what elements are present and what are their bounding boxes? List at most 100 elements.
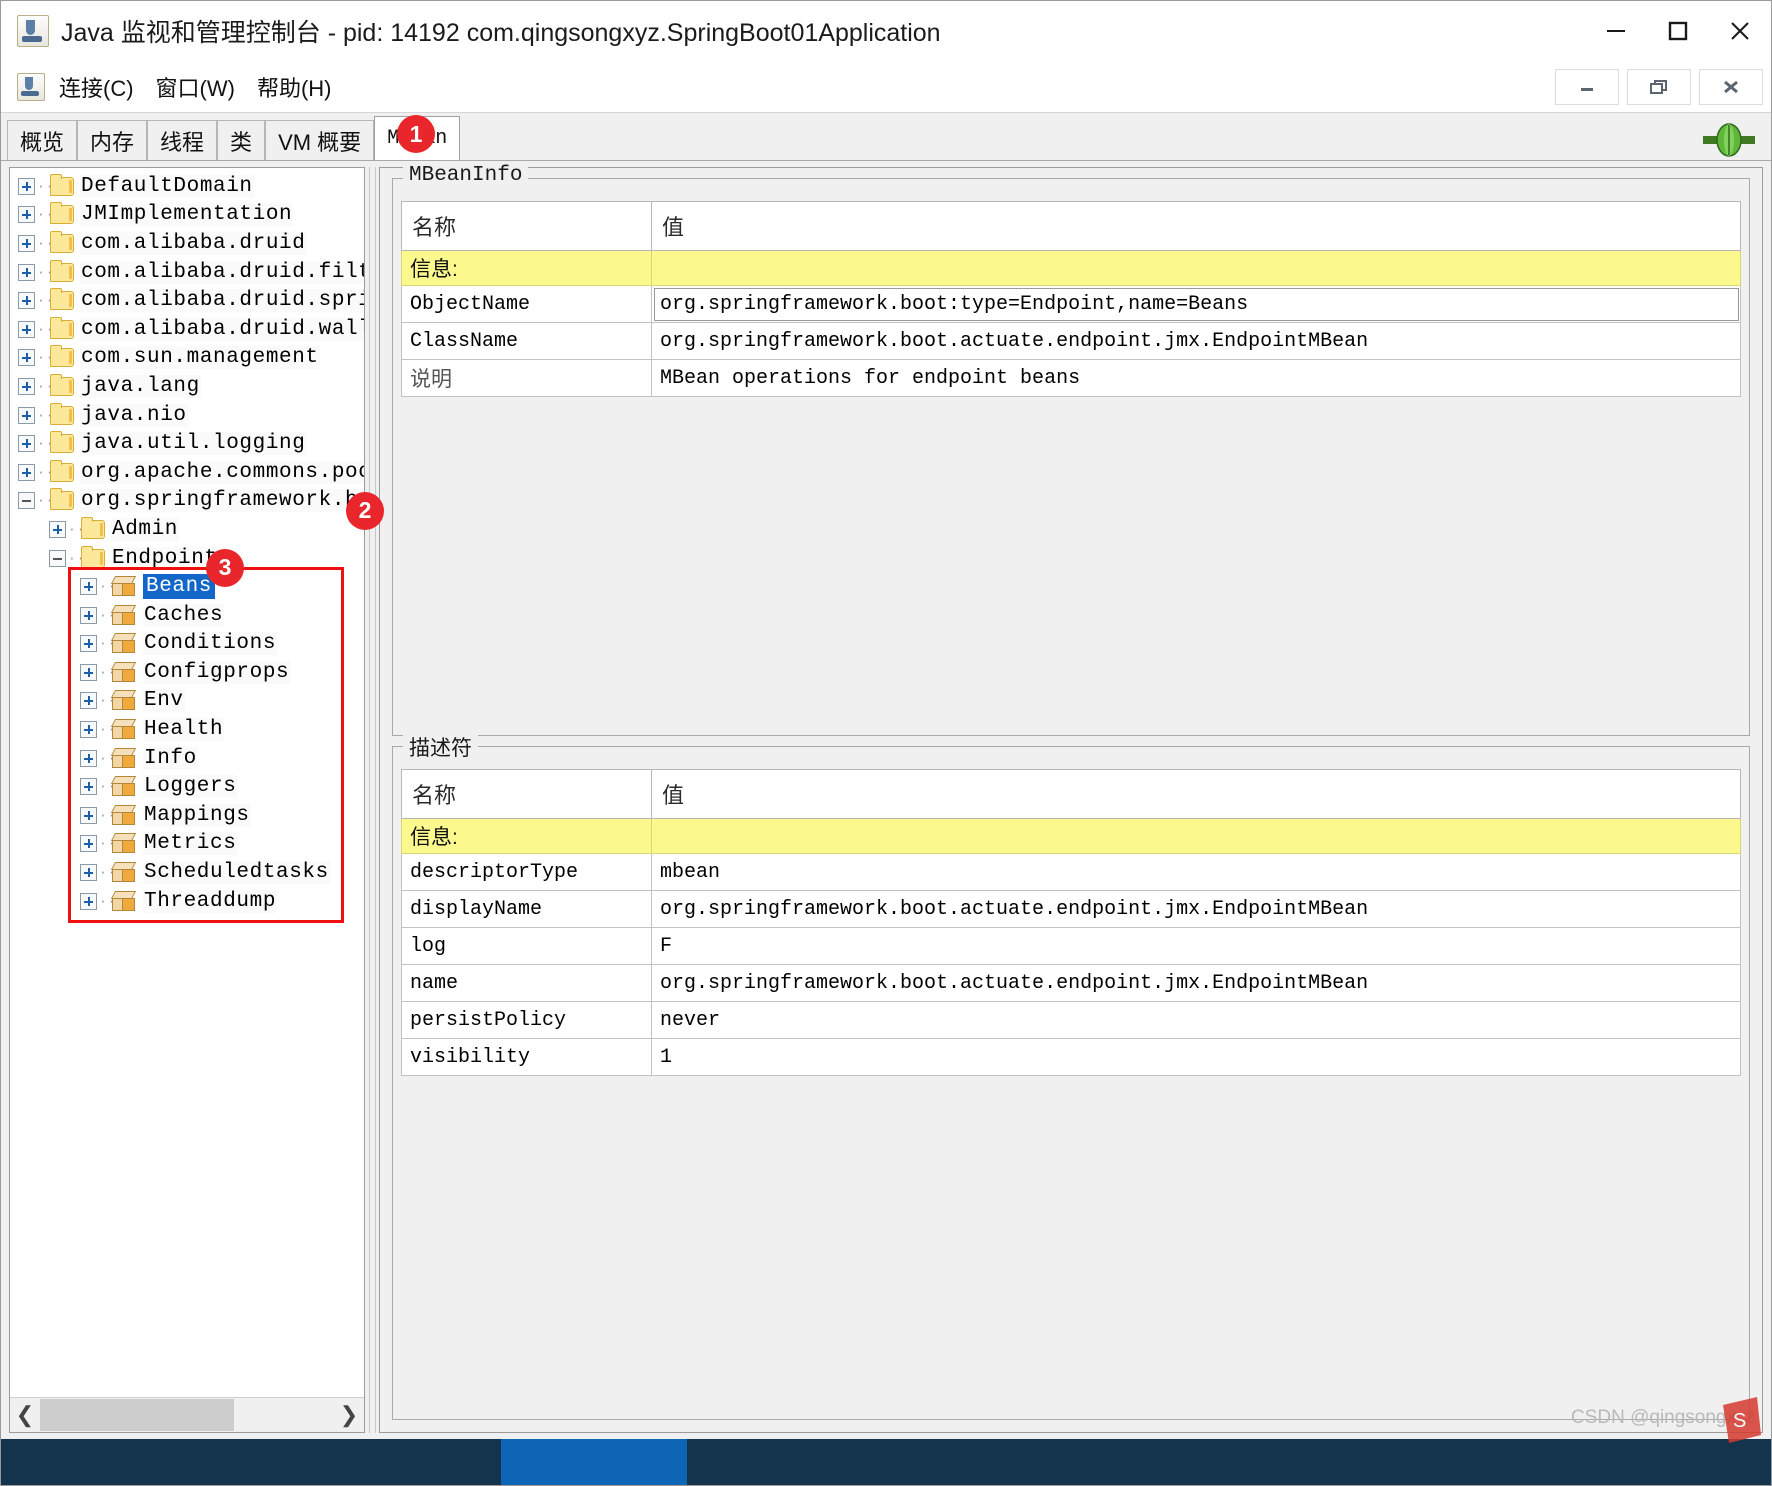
tree-node-threaddump[interactable]: ··· Threaddump bbox=[10, 887, 364, 916]
expand-toggle-icon[interactable] bbox=[80, 835, 97, 853]
scrollbar-track[interactable] bbox=[40, 1399, 334, 1431]
tree-node-label: JMImplementation bbox=[80, 203, 294, 227]
tree-node-com-sun-management[interactable]: ··· com.sun.management bbox=[10, 344, 364, 373]
expand-toggle-icon[interactable] bbox=[18, 349, 35, 367]
tree-node-java-nio[interactable]: ··· java.nio bbox=[10, 401, 364, 430]
tab-classes[interactable]: 类 bbox=[217, 120, 266, 160]
tree-node-mappings[interactable]: ··· Mappings bbox=[10, 801, 364, 830]
tree-node-health[interactable]: ··· Health bbox=[10, 715, 364, 744]
minimize-icon[interactable] bbox=[1585, 2, 1647, 60]
mdi-close-icon[interactable] bbox=[1699, 69, 1763, 105]
table-row[interactable]: 信息: bbox=[401, 250, 1741, 286]
expand-toggle-icon[interactable] bbox=[80, 892, 97, 910]
expand-toggle-icon[interactable] bbox=[18, 435, 35, 453]
expand-toggle-icon[interactable] bbox=[80, 806, 97, 824]
descriptor-table[interactable]: 名称 值 信息: descriptorType mbean displayName or… bbox=[401, 769, 1741, 1076]
connection-status-icon[interactable] bbox=[1701, 122, 1757, 158]
mdi-restore-icon[interactable] bbox=[1627, 69, 1691, 105]
tab-overview[interactable]: 概览 bbox=[7, 120, 78, 160]
tree-horizontal-scrollbar[interactable]: ❮ ❯ bbox=[10, 1397, 364, 1432]
tree-node-configprops[interactable]: ··· Configprops bbox=[10, 658, 364, 687]
mdi-minimize-icon[interactable] bbox=[1555, 69, 1619, 105]
window-title: Java 监视和管理控制台 - pid: 14192 com.qingsongx… bbox=[61, 19, 941, 47]
expand-toggle-icon[interactable] bbox=[18, 320, 35, 338]
mbeaninfo-table[interactable]: 名称 值 信息: ObjectName org.springframework.bo… bbox=[401, 201, 1741, 397]
tree-node-beans[interactable]: ··· Beans bbox=[10, 572, 364, 601]
chevron-left-icon[interactable]: ❮ bbox=[10, 1399, 40, 1431]
menu-item-help[interactable]: 帮助(H) bbox=[257, 71, 332, 103]
expand-toggle-icon[interactable] bbox=[18, 263, 35, 281]
expand-toggle-icon[interactable] bbox=[80, 864, 97, 882]
tree-node-java-lang[interactable]: ··· java.lang bbox=[10, 372, 364, 401]
tree-node-com-alibaba-druid-spring-bo[interactable]: ··· com.alibaba.druid.spring.bo bbox=[10, 286, 364, 315]
table-row[interactable]: name org.springframework.boot.actuate.end… bbox=[401, 964, 1741, 1002]
expand-toggle-icon[interactable] bbox=[18, 292, 35, 310]
tree-node-com-alibaba-druid[interactable]: ··· com.alibaba.druid bbox=[10, 229, 364, 258]
tree-node-label: org.apache.commons.pool2 bbox=[80, 460, 364, 484]
tree-node-conditions[interactable]: ··· Conditions bbox=[10, 630, 364, 659]
tree-node-org-springframework-boot[interactable]: ··· org.springframework.boot bbox=[10, 487, 364, 516]
folder-icon bbox=[50, 259, 74, 282]
table-row[interactable]: displayName org.springframework.boot.actu… bbox=[401, 890, 1741, 928]
tree-node-com-alibaba-druid-filter-st[interactable]: ··· com.alibaba.druid.filter.st bbox=[10, 258, 364, 287]
expand-toggle-icon[interactable] bbox=[80, 578, 97, 596]
tree-node-caches[interactable]: ··· Caches bbox=[10, 601, 364, 630]
collapse-toggle-icon[interactable] bbox=[49, 549, 66, 567]
chevron-right-icon[interactable]: ❯ bbox=[334, 1399, 364, 1431]
expand-toggle-icon[interactable] bbox=[80, 778, 97, 796]
column-header-value[interactable]: 值 bbox=[651, 201, 1741, 251]
table-row[interactable]: descriptorType mbean bbox=[401, 853, 1741, 891]
tree-node-scheduledtasks[interactable]: ··· Scheduledtasks bbox=[10, 858, 364, 887]
taskbar-active-item[interactable] bbox=[501, 1439, 687, 1485]
expand-toggle-icon[interactable] bbox=[80, 663, 97, 681]
scrollbar-thumb[interactable] bbox=[40, 1399, 234, 1431]
table-row[interactable]: visibility 1 bbox=[401, 1038, 1741, 1076]
expand-toggle-icon[interactable] bbox=[18, 463, 35, 481]
tree-node-jmimplementation[interactable]: ··· JMImplementation bbox=[10, 201, 364, 230]
expand-toggle-icon[interactable] bbox=[80, 606, 97, 624]
tab-threads[interactable]: 线程 bbox=[147, 120, 218, 160]
column-header-name[interactable]: 名称 bbox=[401, 769, 652, 819]
table-row[interactable]: 说明 MBean operations for endpoint beans bbox=[401, 359, 1741, 397]
table-row[interactable]: persistPolicy never bbox=[401, 1001, 1741, 1039]
tree-node-label: Conditions bbox=[143, 632, 278, 656]
row-name: log bbox=[401, 927, 652, 965]
tree-node-com-alibaba-druid-wall[interactable]: ··· com.alibaba.druid.wall bbox=[10, 315, 364, 344]
mbean-icon bbox=[110, 633, 137, 654]
menu-item-connect[interactable]: 连接(C) bbox=[59, 71, 134, 103]
expand-toggle-icon[interactable] bbox=[49, 520, 66, 538]
expand-toggle-icon[interactable] bbox=[18, 377, 35, 395]
menu-item-window[interactable]: 窗口(W) bbox=[156, 71, 235, 103]
tree-node-env[interactable]: ··· Env bbox=[10, 687, 364, 716]
tree-node-admin[interactable]: ··· Admin bbox=[10, 515, 364, 544]
tree-node-metrics[interactable]: ··· Metrics bbox=[10, 830, 364, 859]
tree-node-endpoint[interactable]: ··· Endpoint bbox=[10, 544, 364, 573]
tab-vm-summary[interactable]: VM 概要 bbox=[265, 120, 375, 160]
column-header-value[interactable]: 值 bbox=[651, 769, 1741, 819]
mbean-tree[interactable]: ··· DefaultDomain ··· JMImplementation ··· co… bbox=[10, 168, 364, 1397]
table-row[interactable]: 信息: bbox=[401, 818, 1741, 854]
expand-toggle-icon[interactable] bbox=[18, 177, 35, 195]
pane-splitter[interactable] bbox=[365, 167, 379, 1433]
expand-toggle-icon[interactable] bbox=[18, 234, 35, 252]
expand-toggle-icon[interactable] bbox=[80, 749, 97, 767]
tab-memory[interactable]: 内存 bbox=[77, 120, 148, 160]
tree-node-defaultdomain[interactable]: ··· DefaultDomain bbox=[10, 172, 364, 201]
table-row[interactable]: ClassName org.springframework.boot.actuat… bbox=[401, 322, 1741, 360]
tree-node-loggers[interactable]: ··· Loggers bbox=[10, 772, 364, 801]
expand-toggle-icon[interactable] bbox=[80, 721, 97, 739]
column-header-name[interactable]: 名称 bbox=[401, 201, 652, 251]
close-icon[interactable] bbox=[1709, 2, 1771, 60]
collapse-toggle-icon[interactable] bbox=[18, 492, 35, 510]
table-row[interactable]: ObjectName org.springframework.boot:type=… bbox=[401, 285, 1741, 323]
tree-node-java-util-logging[interactable]: ··· java.util.logging bbox=[10, 429, 364, 458]
tree-node-org-apache-commons-pool2[interactable]: ··· org.apache.commons.pool2 bbox=[10, 458, 364, 487]
tree-node-label: Endpoint bbox=[111, 546, 219, 570]
expand-toggle-icon[interactable] bbox=[80, 635, 97, 653]
expand-toggle-icon[interactable] bbox=[80, 692, 97, 710]
tree-node-info[interactable]: ··· Info bbox=[10, 744, 364, 773]
maximize-icon[interactable] bbox=[1647, 2, 1709, 60]
expand-toggle-icon[interactable] bbox=[18, 206, 35, 224]
expand-toggle-icon[interactable] bbox=[18, 406, 35, 424]
table-row[interactable]: log F bbox=[401, 927, 1741, 965]
